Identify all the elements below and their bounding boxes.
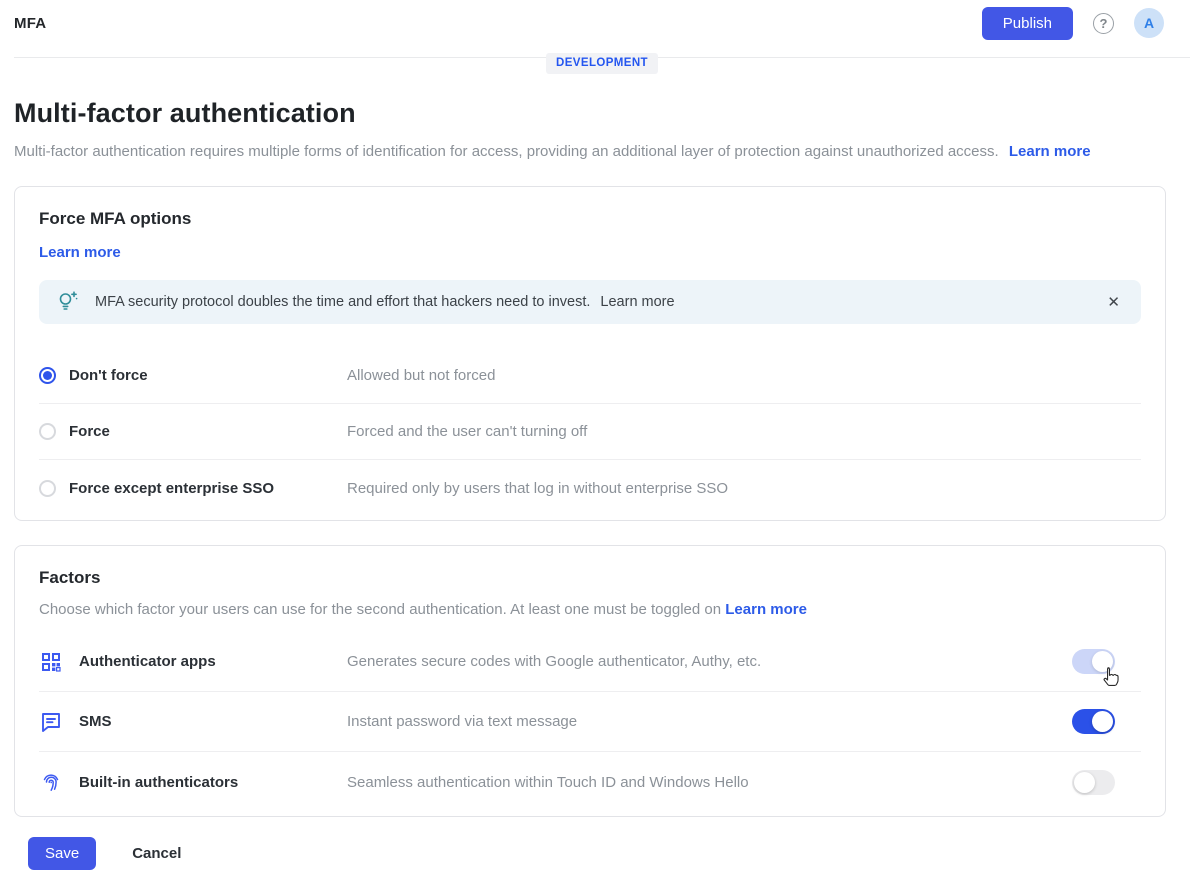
factor-row-sms: SMS Instant password via text message [39,692,1141,752]
toggle-knob [1074,772,1095,793]
top-bar-actions: Publish ? A [982,7,1164,40]
factor-description: Instant password via text message [347,713,1072,730]
option-label-wrap: Don't force [39,367,347,384]
factor-list: Authenticator apps Generates secure code… [39,632,1141,812]
factor-description: Seamless authentication within Touch ID … [347,774,1072,791]
force-mfa-options-card: Force MFA options Learn more MFA securit… [14,186,1166,521]
radio-force-except-sso[interactable] [39,480,56,497]
factor-row-authenticator-apps: Authenticator apps Generates secure code… [39,632,1141,692]
option-label: Don't force [69,367,148,384]
force-card-learn-more-link[interactable]: Learn more [39,244,121,261]
factor-label: Built-in authenticators [79,774,347,791]
force-option-list: Don't force Allowed but not forced Force… [39,348,1141,516]
option-label: Force except enterprise SSO [69,480,274,497]
close-icon[interactable]: ✕ [1103,291,1124,314]
authenticator-apps-toggle[interactable] [1072,649,1115,674]
built-in-authenticators-toggle[interactable] [1072,770,1115,795]
header-divider: DEVELOPMENT [14,57,1190,58]
qr-code-icon [39,650,63,674]
factors-card: Factors Choose which factor your users c… [14,545,1166,817]
publish-button[interactable]: Publish [982,7,1073,40]
banner-text: MFA security protocol doubles the time a… [95,294,590,310]
radio-force[interactable] [39,423,56,440]
factor-row-built-in-authenticators: Built-in authenticators Seamless authent… [39,752,1141,812]
page-title: Multi-factor authentication [14,98,1166,129]
page-description-text: Multi-factor authentication requires mul… [14,143,999,160]
page-description: Multi-factor authentication requires mul… [14,141,1166,162]
toggle-wrap [1072,649,1115,674]
sms-icon [39,710,63,734]
factors-card-description: Choose which factor your users can use f… [39,601,1141,618]
radio-dont-force[interactable] [39,367,56,384]
toggle-wrap [1072,709,1115,734]
factors-learn-more-link[interactable]: Learn more [725,601,807,618]
toggle-knob [1092,651,1113,672]
sms-toggle[interactable] [1072,709,1115,734]
factor-description: Generates secure codes with Google authe… [347,653,1072,670]
help-icon[interactable]: ? [1093,13,1114,34]
avatar[interactable]: A [1134,8,1164,38]
page-learn-more-link[interactable]: Learn more [1009,143,1091,160]
option-row-dont-force[interactable]: Don't force Allowed but not forced [39,348,1141,404]
option-row-force-except-sso[interactable]: Force except enterprise SSO Required onl… [39,460,1141,516]
factors-card-title: Factors [39,568,1141,588]
factors-description-text: Choose which factor your users can use f… [39,601,721,618]
top-bar: MFA Publish ? A [0,0,1190,46]
option-description: Allowed but not forced [347,367,1141,384]
environment-badge: DEVELOPMENT [546,53,658,74]
option-label-wrap: Force except enterprise SSO [39,480,347,497]
footer-actions: Save Cancel [14,837,1166,888]
main-content: Multi-factor authentication Multi-factor… [0,98,1190,888]
factor-label: Authenticator apps [79,653,347,670]
lightbulb-sparkle-icon [55,289,81,315]
toggle-knob [1092,711,1113,732]
option-label: Force [69,423,110,440]
option-description: Forced and the user can't turning off [347,423,1141,440]
toggle-wrap [1072,770,1115,795]
force-card-title: Force MFA options [39,209,1141,229]
save-button[interactable]: Save [28,837,96,870]
app-title: MFA [14,15,46,32]
mfa-tip-banner: MFA security protocol doubles the time a… [39,280,1141,324]
cancel-button[interactable]: Cancel [132,845,181,862]
fingerprint-icon [39,770,63,794]
option-description: Required only by users that log in witho… [347,480,1141,497]
option-row-force[interactable]: Force Forced and the user can't turning … [39,404,1141,460]
option-label-wrap: Force [39,423,347,440]
banner-learn-more[interactable]: Learn more [600,294,674,310]
factor-label: SMS [79,713,347,730]
